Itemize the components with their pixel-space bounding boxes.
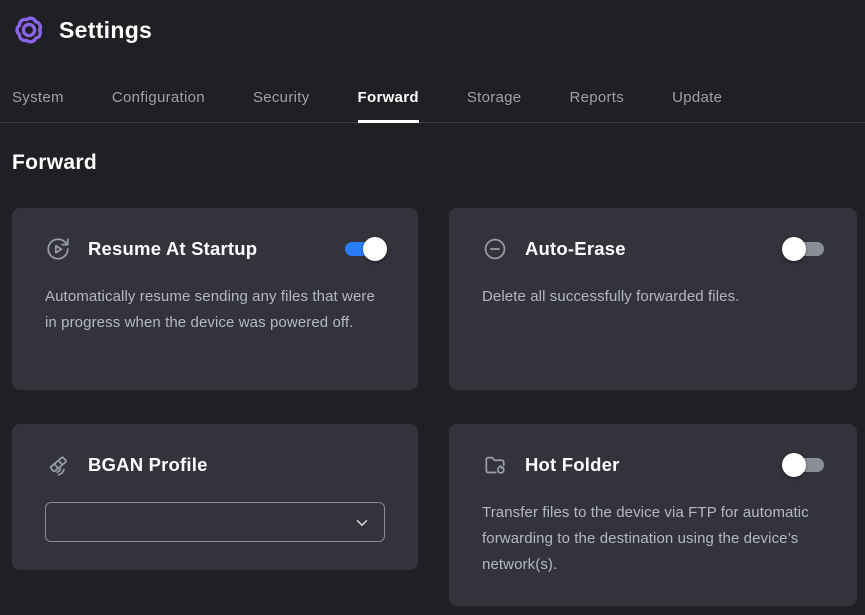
settings-gear-icon: [10, 11, 48, 49]
tab-reports[interactable]: Reports: [569, 89, 624, 123]
toggle-knob: [782, 237, 806, 261]
card-title: Hot Folder: [525, 454, 620, 476]
hot-folder-toggle[interactable]: [784, 458, 824, 472]
section-heading: Forward: [12, 151, 865, 175]
tab-update[interactable]: Update: [672, 89, 722, 123]
card-title: Resume At Startup: [88, 238, 257, 260]
toggle-knob: [363, 237, 387, 261]
app-header: Settings: [0, 0, 865, 52]
tab-system[interactable]: System: [12, 89, 64, 123]
card-header: Hot Folder: [482, 452, 824, 478]
card-title: Auto-Erase: [525, 238, 626, 260]
tab-storage[interactable]: Storage: [467, 89, 522, 123]
chevron-down-icon: [353, 514, 371, 532]
card-description: Delete all successfully forwarded files.: [482, 284, 824, 310]
resume-at-startup-toggle[interactable]: [345, 242, 385, 256]
minus-circle-icon: [482, 236, 508, 262]
settings-cards-grid: Resume At Startup Automatically resume s…: [12, 208, 857, 606]
toggle-knob: [782, 453, 806, 477]
card-header: Resume At Startup: [45, 236, 385, 262]
tab-configuration[interactable]: Configuration: [112, 89, 205, 123]
auto-erase-toggle[interactable]: [784, 242, 824, 256]
card-hot-folder: Hot Folder Transfer files to the device …: [449, 424, 857, 606]
card-description: Automatically resume sending any files t…: [45, 284, 385, 336]
resume-icon: [45, 236, 71, 262]
page-title: Settings: [59, 17, 152, 44]
card-bgan-profile: BGAN Profile: [12, 424, 418, 570]
card-resume-at-startup: Resume At Startup Automatically resume s…: [12, 208, 418, 390]
card-header: Auto-Erase: [482, 236, 824, 262]
card-header: BGAN Profile: [45, 452, 385, 478]
card-description: Transfer files to the device via FTP for…: [482, 500, 824, 578]
card-title: BGAN Profile: [88, 454, 208, 476]
satellite-icon: [45, 452, 71, 478]
tab-forward[interactable]: Forward: [358, 89, 419, 123]
tab-security[interactable]: Security: [253, 89, 310, 123]
card-auto-erase: Auto-Erase Delete all successfully forwa…: [449, 208, 857, 390]
bgan-profile-select[interactable]: [45, 502, 385, 542]
settings-tabbar: System Configuration Security Forward St…: [0, 89, 865, 123]
folder-flame-icon: [482, 452, 508, 478]
